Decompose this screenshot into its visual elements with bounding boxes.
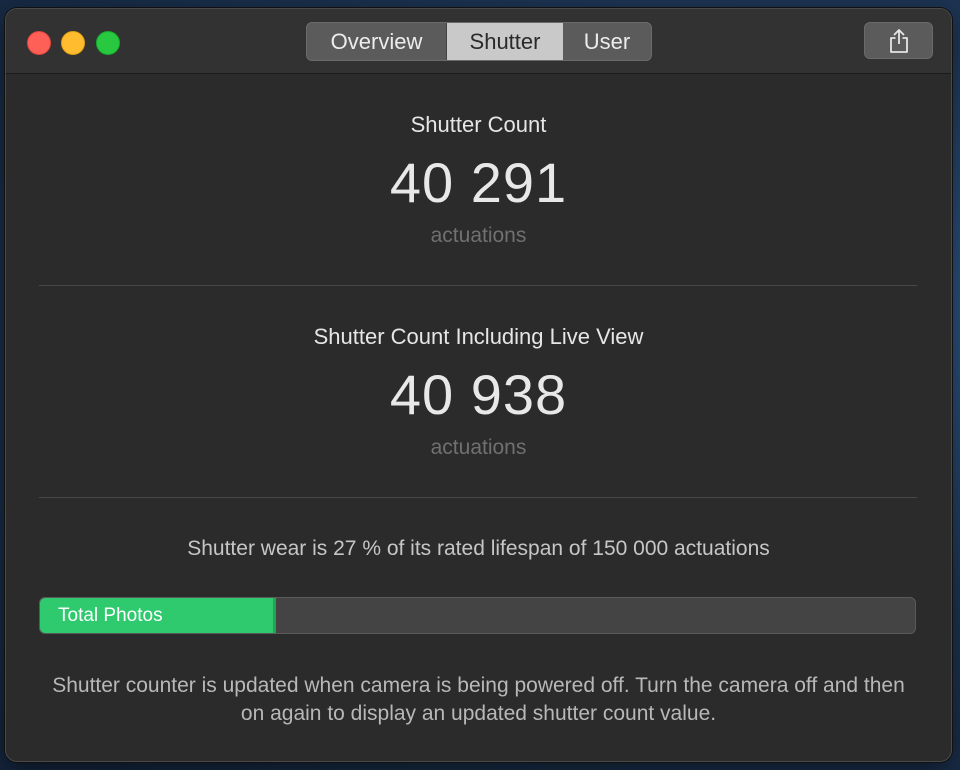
live-view-count-unit: actuations xyxy=(430,436,527,459)
share-icon xyxy=(890,29,908,53)
update-info-text: Shutter counter is updated when camera i… xyxy=(52,674,905,725)
live-view-count-title: Shutter Count Including Live View xyxy=(313,324,644,349)
zoom-window-button[interactable] xyxy=(96,31,120,55)
shutter-wear-text: Shutter wear is 27 % of its rated lifesp… xyxy=(187,537,770,560)
app-window: Overview Shutter User Shutter Count 40 2… xyxy=(5,8,952,762)
close-window-button[interactable] xyxy=(27,31,51,55)
minimize-window-button[interactable] xyxy=(61,31,85,55)
tab-shutter[interactable]: Shutter xyxy=(447,23,563,60)
shutter-count-title: Shutter Count xyxy=(410,112,547,137)
progress-label: Total Photos xyxy=(58,605,163,626)
titlebar: Overview Shutter User xyxy=(6,9,951,74)
total-photos-progress-bar: Total Photos xyxy=(39,597,916,634)
section-divider xyxy=(39,497,917,498)
share-button[interactable] xyxy=(864,22,933,59)
shutter-count-unit: actuations xyxy=(430,224,527,247)
shutter-count-value: 40 291 xyxy=(389,151,568,214)
tab-overview[interactable]: Overview xyxy=(307,23,447,60)
tab-user[interactable]: User xyxy=(563,23,651,60)
view-tabs: Overview Shutter User xyxy=(306,22,652,61)
section-divider xyxy=(39,285,917,286)
shutter-panel: Shutter Count 40 291 actuations Shutter … xyxy=(6,74,951,761)
live-view-count-value: 40 938 xyxy=(389,363,568,426)
